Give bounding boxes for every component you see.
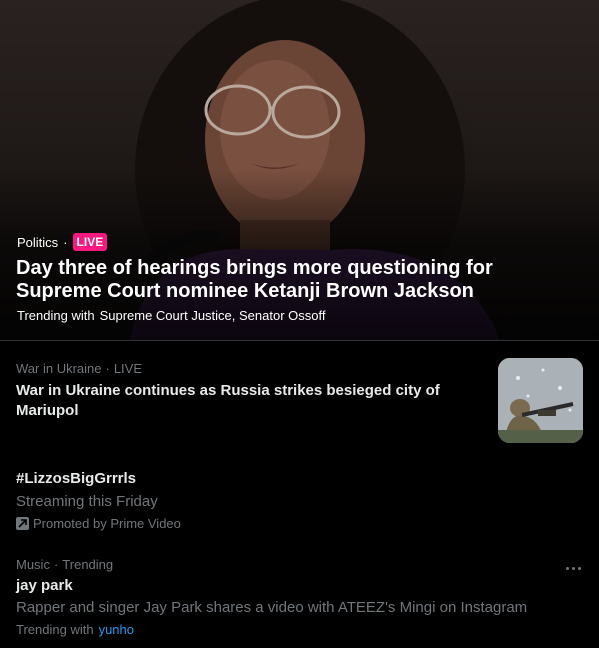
trend-separator: ·: [53, 557, 59, 572]
hero-trending-with: Trending with Supreme Court Justice, Sen…: [17, 308, 325, 323]
news-thumbnail: [498, 358, 583, 443]
trend-item-jay-park[interactable]: Music · Trending jay park Rapper and sin…: [0, 548, 599, 648]
news-category: War in Ukraine: [16, 361, 102, 376]
news-separator: ·: [105, 361, 110, 376]
promoted-subtitle: Streaming this Friday: [16, 493, 158, 510]
promoted-arrow-icon: [16, 517, 29, 530]
hero-category: Politics: [17, 234, 59, 250]
soldier-photo: [498, 358, 583, 443]
trend-trending-link[interactable]: yunho: [99, 622, 134, 637]
more-dots-icon[interactable]: [560, 558, 586, 578]
explore-trends-panel: Politics · LIVE Day three of hearings br…: [0, 0, 599, 648]
trend-category: Music: [16, 557, 50, 572]
trend-trending-with: Trending with yunho: [16, 622, 134, 637]
news-meta: War in Ukraine · LIVE: [16, 361, 142, 376]
promoted-item[interactable]: #LizzosBigGrrrls Streaming this Friday P…: [0, 456, 599, 542]
divider: [0, 340, 599, 341]
hero-separator: ·: [63, 234, 68, 250]
promoted-hashtag: #LizzosBigGrrrls: [16, 470, 137, 487]
news-status: LIVE: [113, 361, 143, 376]
hero-meta: Politics · LIVE: [17, 233, 108, 251]
promoted-by-label: Promoted by Prime Video: [33, 516, 181, 531]
trend-meta: Music · Trending: [16, 557, 113, 572]
hero-trending-topics[interactable]: Supreme Court Justice, Senator Ossoff: [100, 308, 326, 323]
live-badge: LIVE: [72, 233, 108, 251]
trend-status: Trending: [62, 557, 114, 572]
news-headline: War in Ukraine continues as Russia strik…: [16, 382, 440, 419]
hero-trending-prefix: Trending with: [17, 308, 95, 323]
trend-title: jay park: [16, 577, 73, 594]
trend-description: Rapper and singer Jay Park shares a vide…: [16, 599, 528, 616]
news-item-ukraine[interactable]: War in Ukraine · LIVE War in Ukraine con…: [0, 342, 599, 450]
trend-trending-prefix: Trending with: [16, 622, 94, 637]
promoted-by: Promoted by Prime Video: [16, 516, 181, 531]
hero-headline: Day three of hearings brings more questi…: [16, 257, 493, 302]
hero-story-card[interactable]: Politics · LIVE Day three of hearings br…: [0, 0, 599, 340]
